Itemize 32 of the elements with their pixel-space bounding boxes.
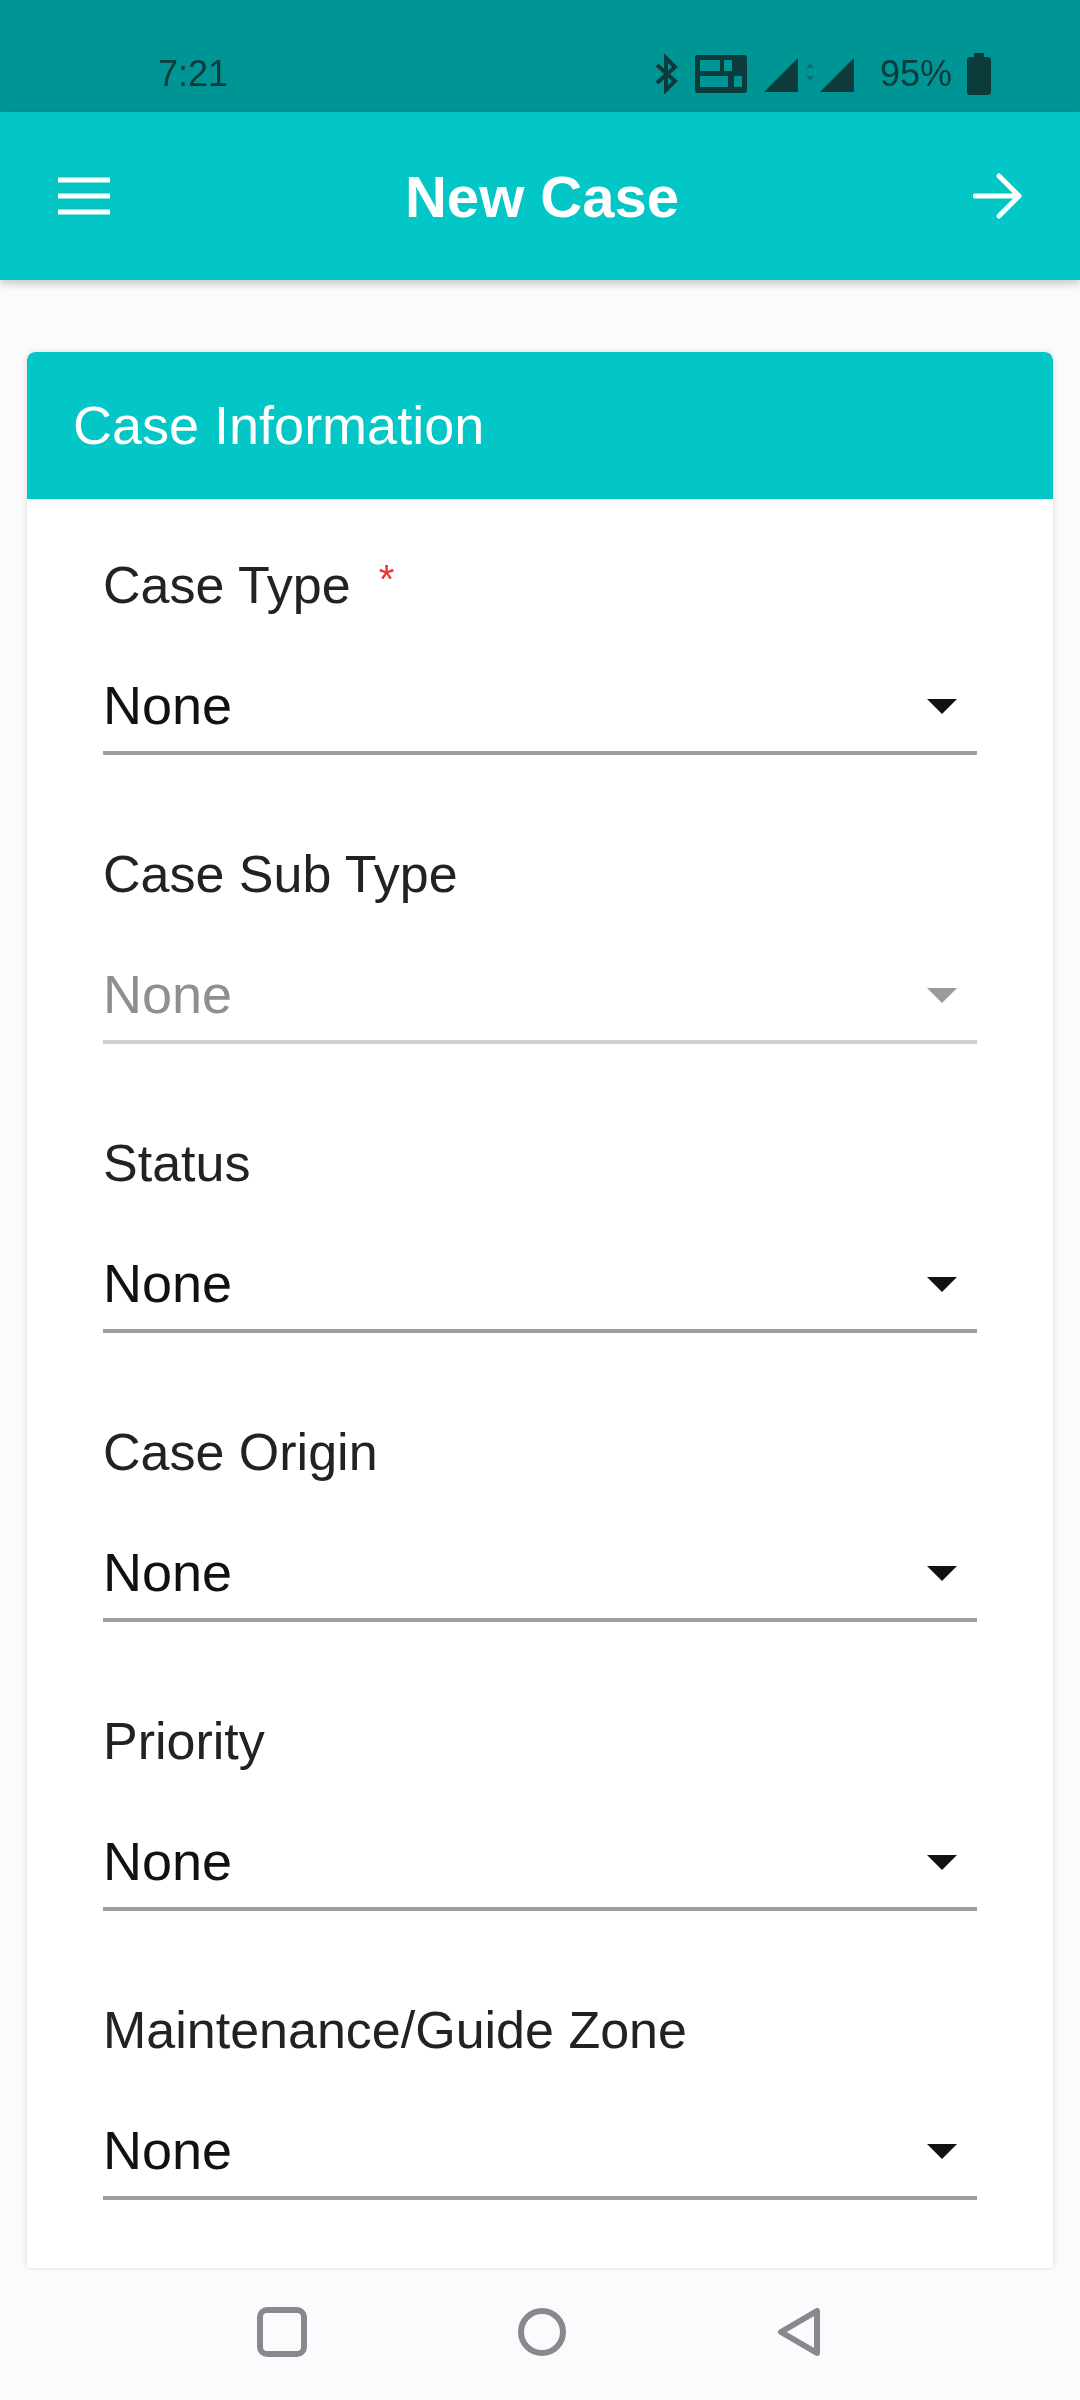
dropdown-field[interactable]: None <box>103 675 977 755</box>
caret-icon <box>927 1566 957 1582</box>
menu-button[interactable] <box>56 176 112 216</box>
bluetooth-icon <box>653 54 680 94</box>
dropdown-field[interactable]: None <box>103 1831 977 1911</box>
caret-icon <box>927 699 957 715</box>
battery-percent: 95% <box>879 52 952 96</box>
field-label: Case Origin <box>103 1424 378 1480</box>
battery-icon <box>966 53 992 95</box>
field-label: Status <box>103 1135 251 1191</box>
network-badge-icon <box>693 54 748 94</box>
dropdown-field[interactable]: None <box>103 1542 977 1622</box>
dropdown-field[interactable]: None <box>103 1253 977 1333</box>
menu-icon <box>56 176 112 216</box>
dropdown-field[interactable]: None <box>103 2120 977 2200</box>
screen-title: New Case <box>405 162 679 231</box>
field-label: Case Sub Type <box>103 846 458 902</box>
caret-icon <box>927 1855 957 1871</box>
clock-time: 7:21 <box>158 52 229 96</box>
arrow-right-icon <box>973 173 1023 219</box>
caret-icon <box>927 2144 957 2160</box>
field-label: Priority <box>103 1713 265 1769</box>
caret-icon <box>927 1277 957 1293</box>
home-icon[interactable] <box>517 2307 567 2357</box>
field-label: Case Type <box>103 557 351 613</box>
field-label: Maintenance/Guide Zone <box>103 2002 687 2058</box>
card-title: Case Information <box>73 394 485 457</box>
next-button[interactable] <box>972 172 1024 220</box>
caret-icon <box>927 988 957 1004</box>
back-icon[interactable] <box>777 2307 823 2357</box>
required-asterisk: * <box>378 559 395 599</box>
recents-icon[interactable] <box>257 2307 307 2357</box>
